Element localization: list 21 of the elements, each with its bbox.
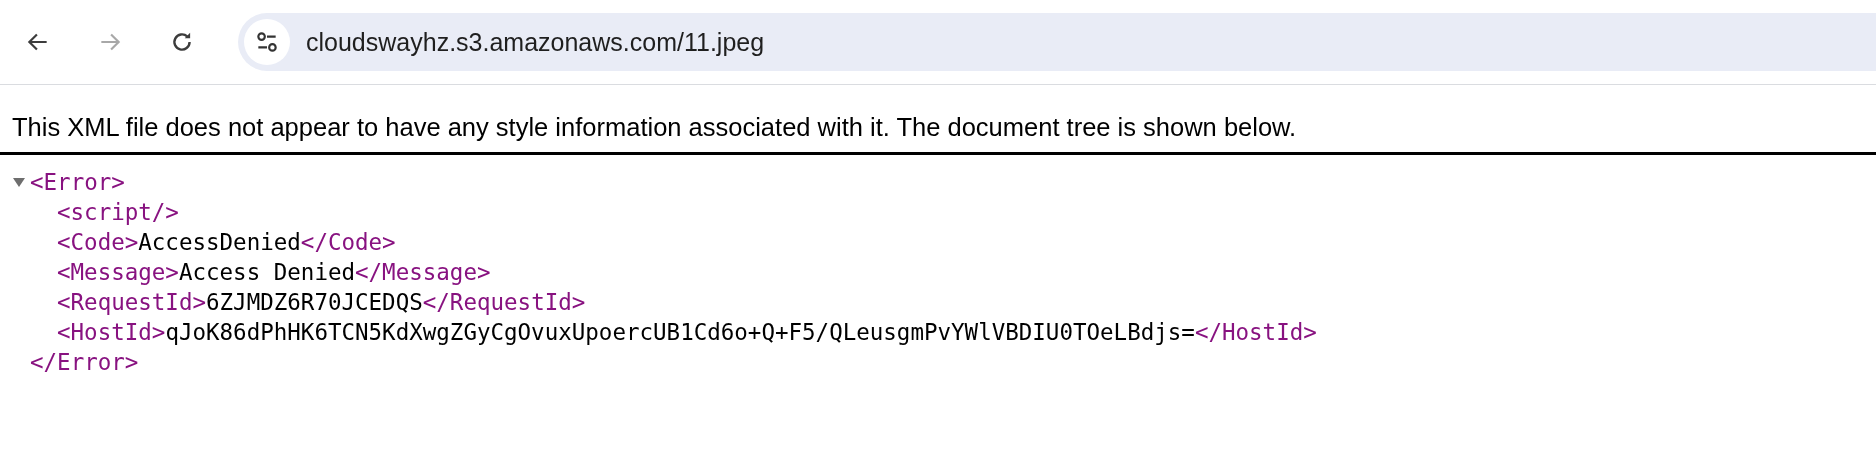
xml-tag: </Code> <box>300 227 396 257</box>
xml-value: Access Denied <box>178 258 356 287</box>
xml-tag: <Code> <box>57 227 139 257</box>
xml-tag: <Message> <box>57 257 179 287</box>
xml-tag: </HostId> <box>1194 317 1317 347</box>
address-bar[interactable]: cloudswayhz.s3.amazonaws.com/11.jpeg <box>238 13 1876 71</box>
url-text: cloudswayhz.s3.amazonaws.com/11.jpeg <box>306 27 765 57</box>
collapse-triangle-icon[interactable] <box>12 175 26 189</box>
xml-tag: </RequestId> <box>422 287 586 317</box>
site-settings-button[interactable] <box>244 19 290 65</box>
xml-tag: <RequestId> <box>57 287 206 317</box>
xml-tag: <Error> <box>30 167 125 197</box>
xml-tag: </Error> <box>30 347 139 377</box>
xml-tag: <HostId> <box>57 317 166 347</box>
xml-value: qJoK86dPhHK6TCN5KdXwgZGyCgOvuxUpoercUB1Cd6o+Q+F5/QLeusgmPvYWlVBDIU0TOeLBdjs= <box>165 318 1195 347</box>
xml-notice: This XML file does not appear to have any style information associated with it. The document tree is shown below. <box>0 85 1876 155</box>
xml-value: AccessDenied <box>138 228 301 257</box>
xml-tag: </Message> <box>355 257 491 287</box>
xml-tag: <script/> <box>57 197 179 227</box>
sliders-icon <box>254 29 280 55</box>
xml-value: 6ZJMDZ6R70JCEDQS <box>206 288 423 317</box>
